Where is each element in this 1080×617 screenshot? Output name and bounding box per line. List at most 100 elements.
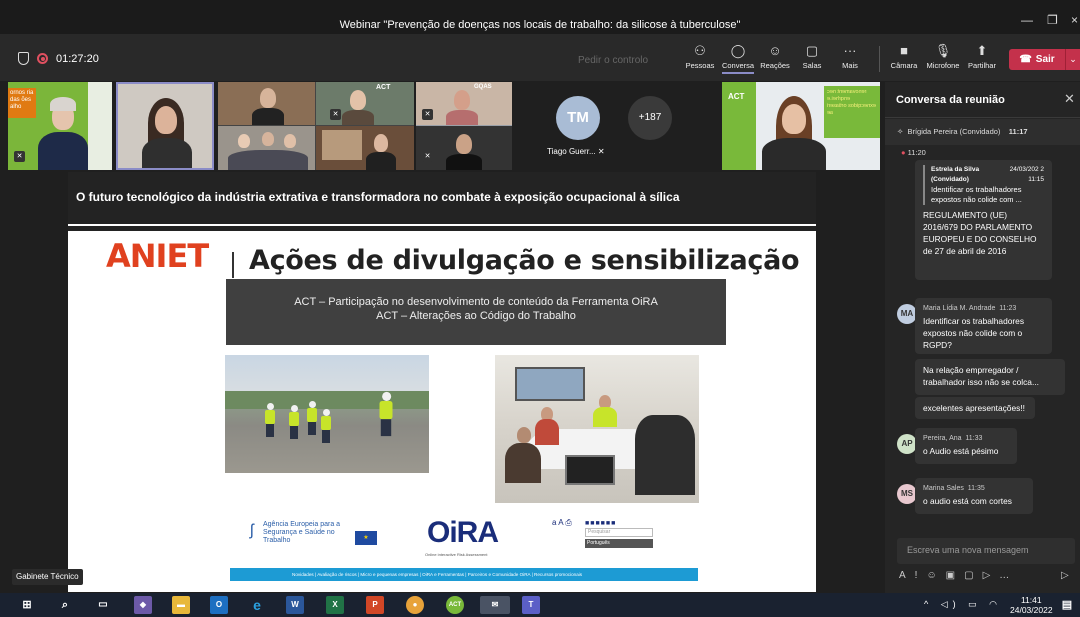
person-body: [505, 443, 541, 483]
chat-compose-input[interactable]: Escreva uma nova mensagem: [897, 538, 1075, 564]
participant-body: [366, 152, 396, 170]
more-icon: ···: [843, 43, 857, 58]
message-text: o audio está com cortes: [923, 496, 1012, 506]
act-app-icon[interactable]: ACT: [446, 596, 464, 614]
tm-name-text: Tiago Guerr...: [547, 147, 596, 156]
more-button[interactable]: ··· Mais: [830, 43, 870, 70]
participant-tile-4[interactable]: GQAS ✕ ✕: [416, 82, 512, 170]
time: 11:33: [965, 435, 983, 442]
format-icon[interactable]: A: [899, 570, 915, 581]
participant-tile-1[interactable]: ornos ria das ões alho ✕: [8, 82, 112, 170]
emoji-icon[interactable]: ☺: [926, 570, 945, 581]
worker-figure: [321, 409, 331, 443]
message-text: REGULAMENTO (UE) 2016/679 DO PARLAMENTO …: [923, 210, 1037, 256]
word-icon[interactable]: W: [286, 596, 304, 614]
powerpoint-icon[interactable]: P: [366, 596, 384, 614]
people-icon: ⚇: [694, 43, 706, 58]
chat-message[interactable]: Na relação emprregador / trabalhador iss…: [915, 359, 1065, 395]
close-window-icon[interactable]: ×: [1071, 13, 1078, 27]
message-text: Identificar os trabalhadores expostos nã…: [923, 316, 1025, 350]
more-participants-button[interactable]: +187: [628, 96, 672, 140]
participant-body: [762, 138, 826, 170]
clock-date: 24/03/2022: [1010, 605, 1053, 615]
gif-icon[interactable]: ▣: [946, 570, 964, 581]
send-icon[interactable]: ▷: [1061, 570, 1078, 581]
participant-bodies: [228, 150, 308, 170]
bookshelf: [322, 130, 362, 160]
taskbar-clock[interactable]: 11:41 24/03/2022: [1010, 595, 1053, 615]
participant-avatar-tm[interactable]: TM: [556, 96, 600, 140]
chat-message-reply[interactable]: Estrela da Silva (Convidado) 24/03/202 2…: [915, 160, 1052, 280]
rooms-button[interactable]: ▢ Salas: [792, 43, 832, 70]
wall: [88, 82, 112, 170]
chat-message[interactable]: Maria Lídia M. Andrade 11:23 Identificar…: [915, 298, 1052, 354]
microphone-button[interactable]: 🎙 Microfone: [923, 43, 963, 70]
teams-icon[interactable]: T: [522, 596, 540, 614]
box-line-2: ACT – Alterações ao Código do Trabalho: [376, 310, 576, 322]
chrome-icon[interactable]: ●: [406, 596, 424, 614]
app-icon-active[interactable]: ✉: [480, 596, 510, 614]
compose-toolbar: A!☺▣▢▷… ▷: [899, 570, 1069, 581]
edge-icon[interactable]: e: [248, 596, 266, 614]
worker-figure: [265, 403, 275, 437]
photo-workers-quarry: [225, 355, 429, 473]
windows-start-icon[interactable]: ⊞: [18, 596, 36, 614]
outlook-icon[interactable]: O: [210, 596, 228, 614]
stream-icon[interactable]: ▷: [983, 570, 1000, 581]
camera-icon: ■: [900, 43, 908, 58]
oira-subtitle: Online interactive Risk Assessment: [425, 552, 488, 557]
app-icon[interactable]: ◆: [134, 596, 152, 614]
file-explorer-icon[interactable]: ▬: [172, 596, 190, 614]
leave-options-chevron-icon[interactable]: ⌄: [1065, 49, 1080, 70]
participant-tile-speaker[interactable]: ACT renovament nec enqrhei.e exnecqidos …: [722, 82, 880, 170]
chat-panel: Conversa da reunião ✕ ✧ Brígida Pereira …: [885, 82, 1080, 593]
participant-face-front: [155, 106, 177, 134]
attach-icon[interactable]: !: [915, 570, 927, 581]
task-view-icon[interactable]: ▭: [94, 596, 112, 614]
request-control-button[interactable]: Pedir o controlo: [578, 55, 648, 66]
sticker-icon[interactable]: ▢: [964, 570, 982, 581]
excel-icon[interactable]: X: [326, 596, 344, 614]
people-button[interactable]: ⚇ Pessoas: [680, 43, 720, 70]
meeting-timer: 01:27:20: [56, 52, 99, 65]
pinned-message[interactable]: ✧ Brígida Pereira (Convidado) 11:17: [885, 119, 1080, 145]
camera-button[interactable]: ■ Câmara: [884, 43, 924, 70]
participant-face: [454, 90, 470, 110]
maximize-icon[interactable]: ❐: [1047, 13, 1058, 27]
gqas-logo: GQAS: [474, 84, 492, 90]
chat-message[interactable]: excelentes apresentações!!: [915, 397, 1035, 419]
toolbar-divider: [879, 46, 880, 72]
windows-taskbar: ⊞ ⌕ ▭ ◆ ▬ O e W X P ● ACT ✉ T ^ ◁) ▭ ◠ 1…: [0, 593, 1080, 617]
reactions-button[interactable]: ☺ Reações: [755, 43, 795, 70]
quoted-message: Estrela da Silva (Convidado) 24/03/202 2…: [923, 165, 1044, 205]
more-options-icon[interactable]: …: [999, 570, 1018, 581]
close-chat-icon[interactable]: ✕: [1064, 91, 1075, 107]
slide-header-title: O futuro tecnológico da indústria extrat…: [76, 190, 680, 204]
message-meta: Marina Sales 11:35: [923, 483, 1025, 495]
participant-name-tm: Tiago Guerr... ✕: [547, 147, 605, 156]
worker-figure: [289, 405, 299, 439]
system-tray[interactable]: ^ ◁) ▭ ◠: [924, 599, 1002, 610]
participant-grid-tile[interactable]: ACT ✕: [218, 82, 414, 170]
participant-face: [374, 134, 388, 152]
search-icon[interactable]: ⌕: [56, 596, 74, 614]
notifications-icon[interactable]: ▤: [1058, 596, 1076, 614]
participant-hair: [50, 97, 76, 111]
eu-flag-icon: ★: [355, 531, 377, 545]
minimize-icon[interactable]: —: [1021, 13, 1033, 27]
mic-off-icon: ✕: [422, 109, 433, 120]
eu-agency-text: Agência Europeia para a Segurança e Saúd…: [263, 521, 341, 544]
chat-message[interactable]: Marina Sales 11:35 o audio está com cort…: [915, 478, 1033, 514]
trees: [225, 391, 429, 409]
wall-picture: [515, 367, 585, 401]
share-button[interactable]: ⬆ Partilhar: [962, 43, 1002, 70]
message-meta: Pereira, Ana 11:33: [923, 433, 1009, 445]
leave-button[interactable]: ☎ Sair: [1009, 49, 1065, 70]
chat-button[interactable]: ◯ Conversa: [718, 43, 758, 74]
participant-body: [342, 110, 374, 125]
message-time: ● 11:20: [901, 148, 926, 157]
quote-date: 24/03/202 2 11:15: [1009, 166, 1044, 183]
shield-icon[interactable]: [18, 52, 29, 65]
chat-message[interactable]: Pereira, Ana 11:33 o Audio está pésimo: [915, 428, 1017, 464]
participant-tile-2[interactable]: [116, 82, 214, 170]
